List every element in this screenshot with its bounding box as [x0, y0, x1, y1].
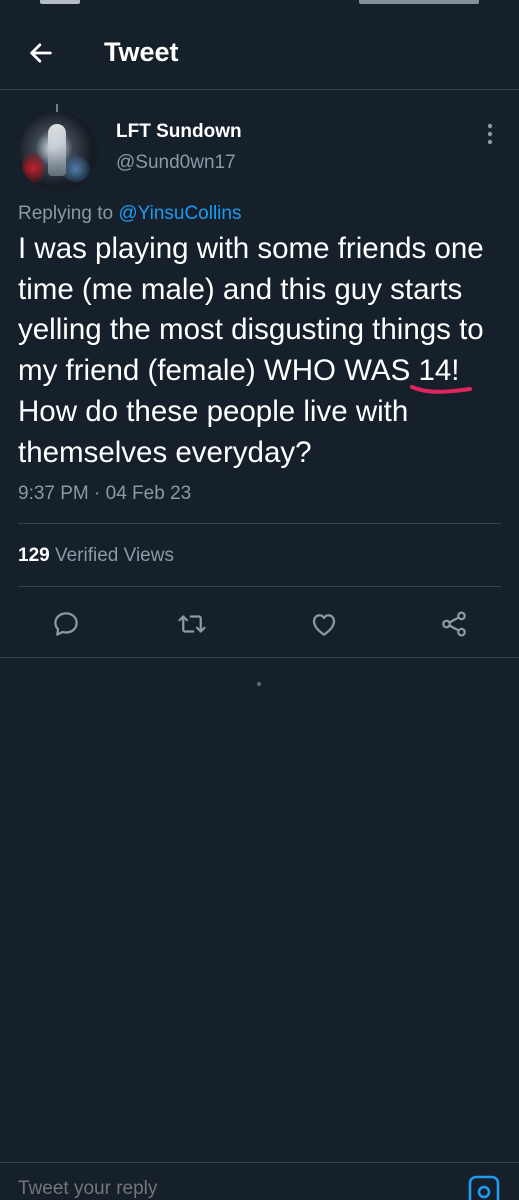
tweet-detail-screen: Tweet LFT Sundown @Sund0wn17 Replying to… — [0, 0, 519, 1200]
back-button[interactable] — [22, 34, 60, 72]
reply-button[interactable] — [48, 606, 84, 642]
camera-icon — [468, 1175, 500, 1200]
views-count: 129 — [18, 545, 50, 566]
tweet-timestamp: 9:37 PM · 04 Feb 23 — [18, 483, 192, 504]
more-options-button[interactable] — [476, 118, 504, 150]
replying-to-mention-link[interactable]: @YinsuCollins — [118, 203, 241, 224]
header-divider — [0, 89, 519, 90]
status-bar — [0, 0, 519, 10]
retweet-button[interactable] — [174, 606, 210, 642]
tweet-text-part-2: How do these people live with themselves… — [18, 394, 409, 469]
heart-icon — [312, 614, 336, 636]
views-label: Verified Views — [49, 545, 174, 566]
tweet-text-part-1: I was playing with some friends one time… — [18, 232, 484, 388]
avatar[interactable] — [18, 112, 98, 192]
page-title: Tweet — [104, 37, 179, 67]
retweet-icon — [178, 615, 206, 633]
reply-input[interactable] — [18, 1177, 318, 1200]
author-handle[interactable]: @Sund0wn17 — [116, 151, 236, 175]
tweet-text-highlight: 14! — [410, 351, 473, 394]
tweet-text: I was playing with some friends one time… — [18, 229, 513, 473]
more-vertical-icon — [487, 123, 493, 145]
red-underline-annotation — [410, 385, 473, 394]
meta-divider — [18, 523, 501, 524]
comment-icon — [54, 612, 78, 636]
loading-indicator — [257, 682, 261, 686]
status-bar-indicators — [359, 0, 479, 4]
arrow-left-icon — [30, 43, 52, 63]
stats-divider — [18, 586, 501, 587]
author-display-name[interactable]: LFT Sundown — [116, 120, 242, 144]
like-button[interactable] — [306, 606, 342, 642]
status-bar-time — [40, 0, 80, 4]
camera-button[interactable] — [468, 1175, 500, 1200]
actions-divider — [0, 657, 519, 658]
reply-composer-bar — [0, 1162, 519, 1200]
verified-views[interactable]: 129 Verified Views — [18, 544, 174, 568]
replying-to-line: Replying to @YinsuCollins — [18, 202, 241, 226]
replying-to-label: Replying to — [18, 203, 119, 224]
share-button[interactable] — [436, 606, 472, 642]
share-icon — [442, 611, 466, 637]
top-app-bar: Tweet — [0, 22, 519, 82]
